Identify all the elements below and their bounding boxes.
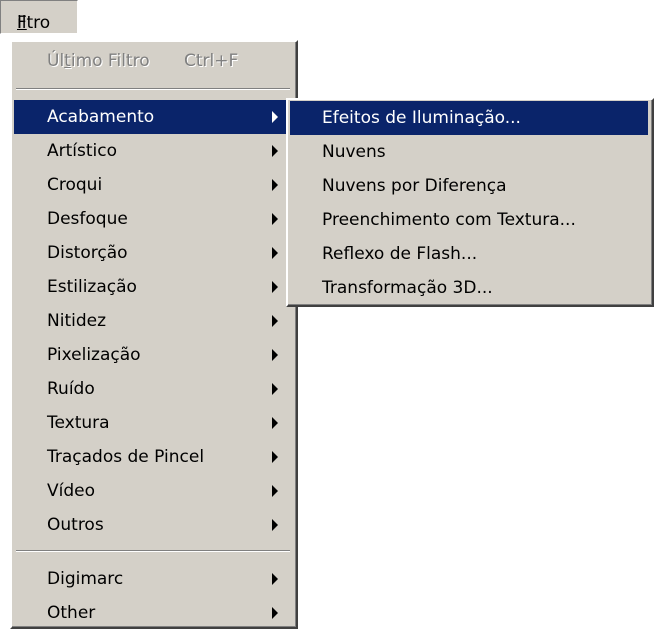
menu-item-label: Ruído (47, 379, 95, 399)
menu-item-label: Croqui (47, 175, 103, 195)
menu-item-distorcao[interactable]: Distorção (14, 236, 294, 270)
submenu-arrow-icon (272, 111, 278, 123)
menu-item-label: Distorção (47, 243, 128, 263)
menu-item-digimarc[interactable]: Digimarc (14, 562, 294, 596)
menu-item-ultimo-filtro-shortcut: Ctrl+F (184, 51, 239, 71)
submenu-arrow-icon (272, 247, 278, 259)
menu-item-label: Nitidez (47, 311, 107, 331)
menu-item-ultimo-filtro-label: Último Filtro (47, 51, 150, 71)
submenu-item-label: Reflexo de Flash... (322, 244, 478, 264)
menu-item-label: Other (47, 603, 96, 623)
acabamento-submenu: Efeitos de Iluminação... Nuvens Nuvens por… (286, 98, 654, 307)
submenu-item-label: Nuvens por Diferença (322, 176, 507, 196)
menu-item-label: Artístico (47, 141, 118, 161)
menu-item-desfoque[interactable]: Desfoque (14, 202, 294, 236)
menu-item-label: Outros (47, 515, 104, 535)
submenu-arrow-icon (272, 417, 278, 429)
submenu-item-preenchimento-com-textura[interactable]: Preenchimento com Textura... (290, 203, 648, 237)
menu-item-label: Pixelização (47, 345, 141, 365)
submenu-arrow-icon (272, 179, 278, 191)
menu-item-ruido[interactable]: Ruído (14, 372, 294, 406)
menu-item-label: Textura (47, 413, 110, 433)
menu-item-acabamento[interactable]: Acabamento (14, 100, 294, 134)
menu-item-label: Digimarc (47, 569, 124, 589)
menu-item-outros[interactable]: Outros (14, 508, 294, 542)
submenu-arrow-icon (272, 519, 278, 531)
menu-item-label: Estilização (47, 277, 137, 297)
menu-item-label: Acabamento (47, 107, 155, 127)
filtro-dropdown-menu: Último Filtro Ctrl+F Acabamento Artístico… (10, 40, 298, 629)
submenu-arrow-icon (272, 145, 278, 157)
menu-item-label: Traçados de Pincel (47, 447, 205, 467)
submenu-arrow-icon (272, 315, 278, 327)
menu-separator (16, 550, 290, 552)
submenu-item-label: Preenchimento com Textura... (322, 210, 576, 230)
submenu-item-nuvens[interactable]: Nuvens (290, 135, 648, 169)
menu-filtro[interactable]: Filtro (0, 0, 78, 34)
menu-item-artistico[interactable]: Artístico (14, 134, 294, 168)
submenu-item-label: Transformação 3D... (322, 278, 493, 298)
submenu-item-label: Nuvens (322, 142, 386, 162)
submenu-arrow-icon (272, 349, 278, 361)
menu-item-label: Desfoque (47, 209, 128, 229)
menu-item-croqui[interactable]: Croqui (14, 168, 294, 202)
submenu-item-reflexo-de-flash[interactable]: Reflexo de Flash... (290, 237, 648, 271)
submenu-arrow-icon (272, 485, 278, 497)
submenu-arrow-icon (272, 213, 278, 225)
submenu-arrow-icon (272, 451, 278, 463)
menu-separator (16, 88, 290, 90)
menu-item-pixelizacao[interactable]: Pixelização (14, 338, 294, 372)
menu-item-tracados-de-pincel[interactable]: Traçados de Pincel (14, 440, 294, 474)
menu-item-ultimo-filtro[interactable]: Último Filtro Ctrl+F (14, 44, 294, 78)
submenu-arrow-icon (272, 281, 278, 293)
menu-item-other[interactable]: Other (14, 596, 294, 630)
submenu-item-label: Efeitos de Iluminação... (322, 108, 521, 128)
menu-item-label: Vídeo (47, 481, 96, 501)
menu-item-estilizacao[interactable]: Estilização (14, 270, 294, 304)
menu-item-video[interactable]: Vídeo (14, 474, 294, 508)
submenu-item-nuvens-por-diferenca[interactable]: Nuvens por Diferença (290, 169, 648, 203)
submenu-item-transformacao-3d[interactable]: Transformação 3D... (290, 271, 648, 305)
menu-item-textura[interactable]: Textura (14, 406, 294, 440)
submenu-arrow-icon (272, 607, 278, 619)
submenu-arrow-icon (272, 573, 278, 585)
menu-item-nitidez[interactable]: Nitidez (14, 304, 294, 338)
submenu-item-efeitos-de-iluminacao[interactable]: Efeitos de Iluminação... (290, 101, 648, 135)
submenu-arrow-icon (272, 383, 278, 395)
